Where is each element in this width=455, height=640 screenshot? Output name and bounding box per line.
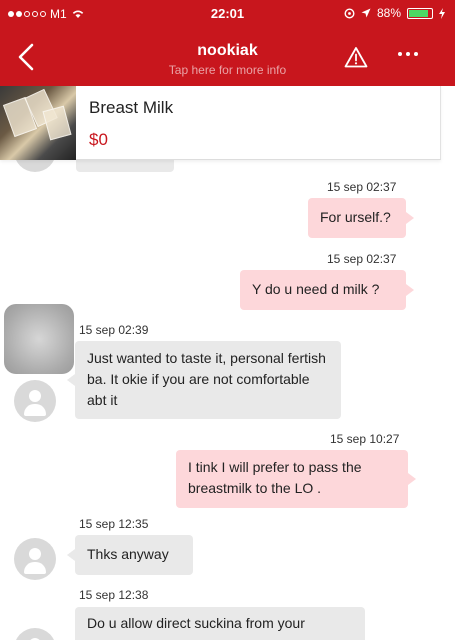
message-bubble-partial (76, 160, 174, 172)
message-timestamp: 15 sep 02:37 (327, 180, 397, 194)
message-timestamp: 15 sep 02:37 (327, 252, 397, 266)
avatar (14, 160, 56, 172)
product-name: Breast Milk (89, 98, 174, 117)
charging-icon (439, 7, 445, 19)
outgoing-message[interactable]: For urself.? (308, 198, 414, 238)
product-price: $0 (89, 130, 108, 149)
location-arrow-icon (361, 8, 371, 18)
incoming-message[interactable]: Thks anyway (67, 535, 193, 575)
warning-icon[interactable] (344, 46, 368, 68)
more-dots-icon[interactable] (398, 52, 418, 56)
incoming-message[interactable]: Just wanted to taste it, personal fertis… (67, 341, 341, 419)
conversation-title[interactable]: nookiak (0, 42, 455, 60)
status-bar: M1 22:01 88% (0, 0, 455, 26)
message-timestamp: 15 sep 10:27 (330, 432, 400, 446)
conversation-subtitle[interactable]: Tap here for more info (0, 63, 455, 77)
message-timestamp: 15 sep 12:38 (79, 588, 149, 602)
product-thumbnail (0, 86, 76, 160)
outgoing-message[interactable]: Y do u need d milk ? (240, 270, 414, 310)
status-right: 88% (344, 6, 445, 20)
avatar (14, 538, 56, 580)
outgoing-message[interactable]: I tink I will prefer to pass the breastm… (176, 450, 416, 508)
profile-photo-blurred (4, 304, 74, 374)
avatar (14, 380, 56, 422)
incoming-message[interactable]: Do u allow direct suckina from your (75, 607, 365, 640)
alarm-icon (344, 7, 355, 19)
battery-icon (407, 7, 433, 19)
avatar (14, 628, 56, 640)
message-timestamp: 15 sep 12:35 (79, 517, 149, 531)
app-header: M1 22:01 88% nookiak Tap here for more i… (0, 0, 455, 86)
chat-thread[interactable]: 15 sep 02:37 For urself.? 15 sep 02:37 Y… (0, 160, 455, 640)
product-card[interactable]: Breast Milk $0 (0, 86, 441, 160)
battery-percent: 88% (376, 6, 401, 20)
message-timestamp: 15 sep 02:39 (79, 323, 149, 337)
